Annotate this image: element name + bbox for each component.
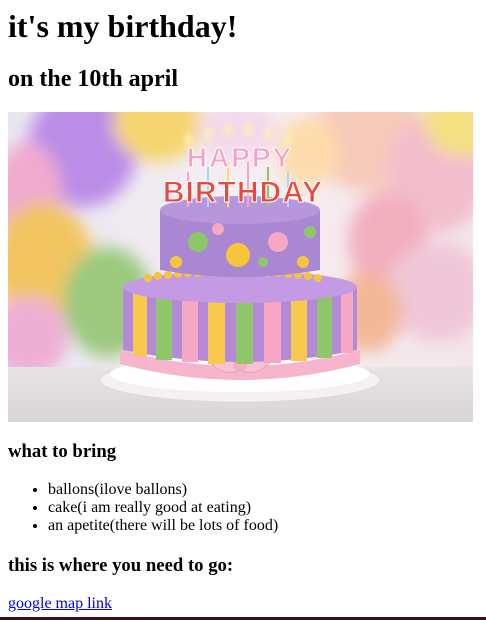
location-section-heading: this is where you need to go: bbox=[8, 555, 234, 576]
page-subtitle: on the 10th april bbox=[8, 66, 179, 92]
list-item: ballons(ilove ballons) bbox=[48, 481, 278, 499]
list-item: cake(i am really good at eating) bbox=[48, 499, 278, 517]
bring-list: ballons(ilove ballons) cake(i am really … bbox=[8, 481, 278, 535]
candle-text-birthday: BIRTHDAY bbox=[163, 176, 323, 209]
bring-section-heading: what to bring bbox=[8, 441, 117, 462]
google-map-link[interactable]: google map link bbox=[8, 594, 112, 614]
page-title: it's my birthday! bbox=[8, 8, 238, 44]
page: it's my birthday! on the 10th april HAPP… bbox=[0, 0, 486, 620]
list-item: an apetite(there will be lots of food) bbox=[48, 517, 278, 535]
birthday-cake-image: HAPPY BIRTHDAY bbox=[8, 112, 473, 422]
candle-text-happy: HAPPY bbox=[187, 142, 293, 173]
